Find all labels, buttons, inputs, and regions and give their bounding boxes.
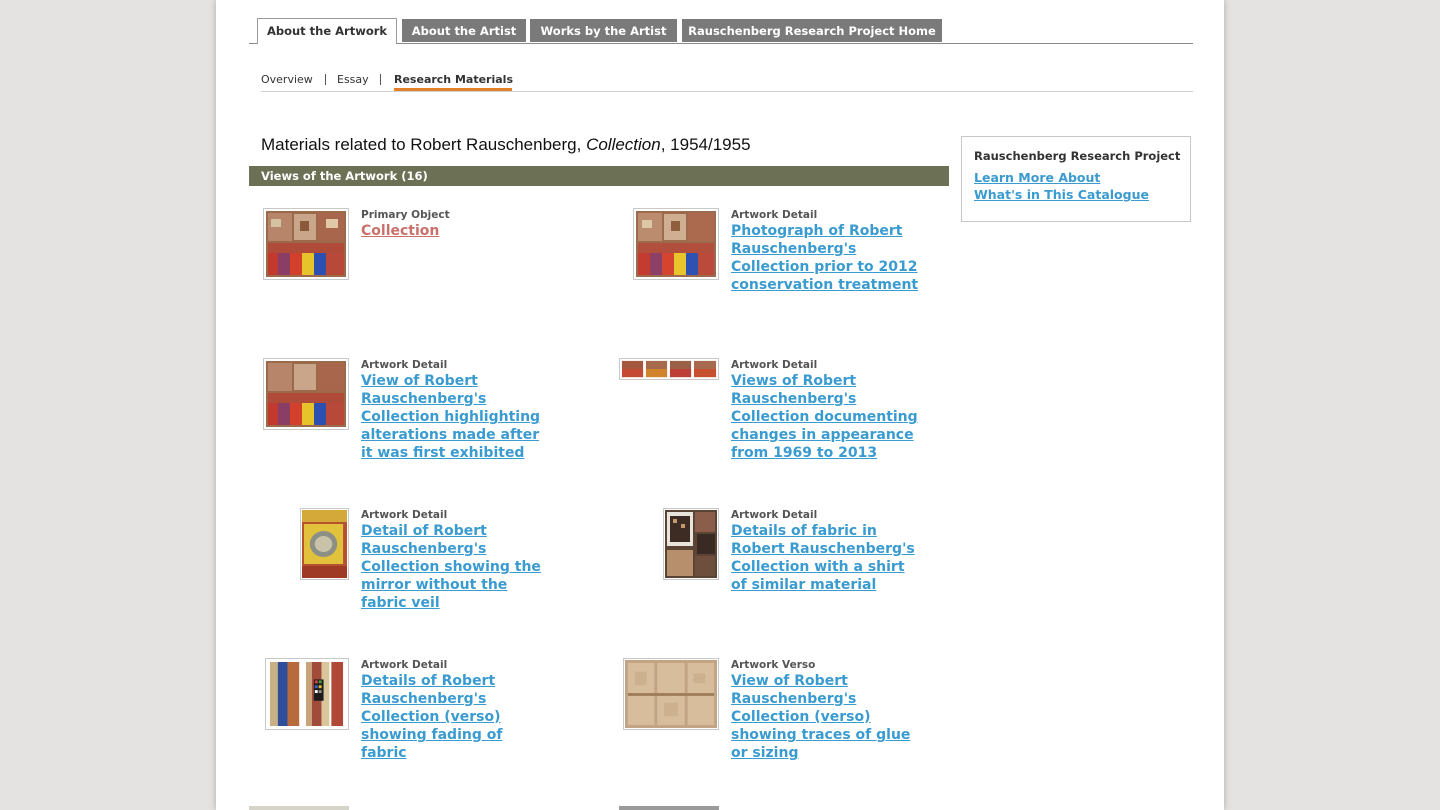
item-title-link[interactable]: Detail of Robert Rauschenberg's Collecti…	[361, 522, 551, 612]
sidebar-research-project: Rauschenberg Research Project Learn More…	[961, 136, 1191, 222]
tab-works-by-the-artist[interactable]: Works by the Artist	[530, 19, 677, 42]
title-suffix: , 1954/1955	[660, 135, 751, 154]
verso-panels-thumbnail[interactable]	[623, 658, 719, 730]
item-type-label: Artwork Detail	[731, 359, 818, 371]
active-subnav-underline	[394, 88, 512, 91]
title-work: Collection	[586, 135, 661, 154]
item-title-link[interactable]: Views of Robert Rauschenberg's Collectio…	[731, 372, 921, 462]
tab-about-the-artwork[interactable]: About the Artwork	[257, 18, 397, 44]
item-type-label: Artwork Detail	[731, 509, 818, 521]
item-type-label: Artwork Detail	[361, 659, 448, 671]
item-title-link[interactable]: Collection	[361, 222, 551, 240]
page-container: About the Artwork About the Artist Works…	[216, 0, 1224, 810]
sidebar-link-learn-more[interactable]: Learn More About	[974, 169, 1190, 186]
item-type-label: Artwork Detail	[361, 359, 448, 371]
verso-fabric-thumbnail[interactable]	[265, 658, 349, 730]
subnav-divider	[325, 74, 326, 85]
mirror-detail-thumbnail[interactable]	[300, 508, 349, 580]
next-row-thumbnail-edge	[619, 806, 719, 810]
section-header-views: Views of the Artwork (16)	[249, 166, 949, 186]
title-prefix: Materials related to Robert Rauschenberg…	[261, 135, 587, 154]
item-title-link[interactable]: Photograph of Robert Rauschenberg's Coll…	[731, 222, 921, 294]
collection-photo-thumbnail[interactable]	[633, 208, 719, 280]
subnav-research-materials[interactable]: Research Materials	[394, 73, 513, 86]
collection-alterations-thumbnail[interactable]	[263, 358, 349, 430]
item-type-label: Artwork Verso	[731, 659, 816, 671]
subnav-divider	[380, 74, 381, 85]
sidebar-link-whats-in-catalogue[interactable]: What's in This Catalogue	[974, 186, 1190, 203]
item-type-label: Artwork Detail	[361, 509, 448, 521]
tab-about-the-artist[interactable]: About the Artist	[402, 19, 526, 42]
item-type-label: Artwork Detail	[731, 209, 818, 221]
collection-sequence-thumbnail[interactable]	[619, 358, 719, 380]
subnav-overview[interactable]: Overview	[261, 73, 313, 86]
collection-thumbnail[interactable]	[263, 208, 349, 280]
page-title: Materials related to Robert Rauschenberg…	[261, 135, 751, 155]
item-title-link[interactable]: Details of fabric in Robert Rauschenberg…	[731, 522, 921, 594]
tab-research-project-home[interactable]: Rauschenberg Research Project Home	[682, 19, 942, 42]
subnav-essay[interactable]: Essay	[337, 73, 369, 86]
next-row-thumbnail-edge	[249, 806, 349, 810]
main-tabs: About the Artwork About the Artist Works…	[249, 18, 1193, 44]
fabric-shirt-thumbnail[interactable]	[663, 508, 719, 580]
item-title-link[interactable]: View of Robert Rauschenberg's Collection…	[361, 372, 551, 462]
item-title-link[interactable]: Details of Robert Rauschenberg's Collect…	[361, 672, 551, 762]
sidebar-title: Rauschenberg Research Project	[974, 149, 1181, 163]
item-title-link[interactable]: View of Robert Rauschenberg's Collection…	[731, 672, 921, 762]
sub-navigation: Overview Essay Research Materials	[261, 70, 1193, 92]
item-type-label: Primary Object	[361, 209, 450, 221]
